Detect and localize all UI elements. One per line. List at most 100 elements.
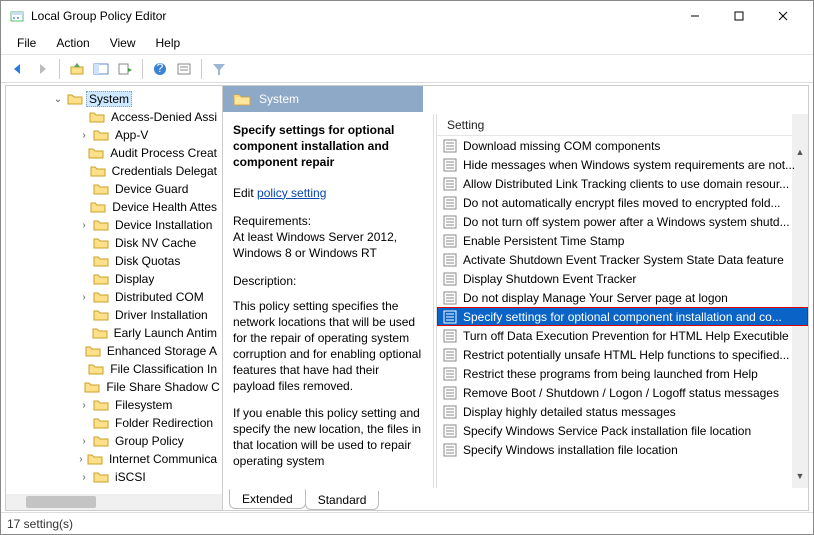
policy-icon [443, 405, 457, 419]
chevron-right-icon[interactable]: › [78, 472, 90, 483]
tree-item[interactable]: › Device Installation [8, 216, 220, 234]
back-button[interactable] [7, 58, 29, 80]
tree-item[interactable]: ›Credentials Delegat [8, 162, 220, 180]
help-button[interactable]: ? [149, 58, 171, 80]
tree-item[interactable]: › Internet Communica [8, 450, 220, 468]
policy-icon [443, 272, 457, 286]
tree-item[interactable]: › Distributed COM [8, 288, 220, 306]
list-column-header[interactable]: Setting [437, 114, 808, 136]
tree-item[interactable]: ›Group Policy [8, 432, 220, 450]
list-item[interactable]: Specify Windows Service Pack installatio… [437, 421, 808, 440]
chevron-right-icon[interactable]: › [78, 454, 84, 465]
tree-item[interactable]: ›Enhanced Storage A [8, 342, 220, 360]
policy-icon [443, 348, 457, 362]
tree-item[interactable]: ›iSCSI [8, 468, 220, 486]
tree-item[interactable]: ›Device Health Attes [8, 198, 220, 216]
tree-item[interactable]: ›Early Launch Antim [8, 324, 220, 342]
toolbar-separator [142, 59, 143, 79]
list-item-label: Specify Windows Service Pack installatio… [463, 424, 751, 438]
list-item[interactable]: Do not automatically encrypt files moved… [437, 193, 808, 212]
forward-button[interactable] [31, 58, 53, 80]
list-item[interactable]: Restrict potentially unsafe HTML Help fu… [437, 345, 808, 364]
policy-icon [443, 443, 457, 457]
tree-item[interactable]: ›File Share Shadow C [8, 378, 220, 396]
tree-item[interactable]: › App-V [8, 126, 220, 144]
description-paragraph: If you enable this policy setting and sp… [233, 405, 423, 470]
menu-file[interactable]: File [7, 34, 46, 52]
properties-button[interactable] [173, 58, 195, 80]
policy-icon [443, 424, 457, 438]
description-paragraph: This policy setting specifies the networ… [233, 298, 423, 395]
tree-item-label: Distributed COM [112, 289, 207, 305]
list-item[interactable]: Do not display Manage Your Server page a… [437, 288, 808, 307]
list-item[interactable]: Specify Windows installation file locati… [437, 440, 808, 459]
list-item[interactable]: Turn off Data Execution Prevention for H… [437, 326, 808, 345]
minimize-button[interactable] [673, 1, 717, 31]
chevron-right-icon[interactable]: › [78, 292, 90, 303]
menu-view[interactable]: View [100, 34, 146, 52]
maximize-button[interactable] [717, 1, 761, 31]
folder-icon [93, 290, 109, 304]
titlebar: Local Group Policy Editor [1, 1, 813, 31]
menu-action[interactable]: Action [46, 34, 99, 52]
list-item[interactable]: Display highly detailed status messages [437, 402, 808, 421]
setting-title: Specify settings for optional component … [233, 122, 423, 171]
tab-standard[interactable]: Standard [305, 491, 380, 510]
list-item[interactable]: Enable Persistent Time Stamp [437, 231, 808, 250]
policy-icon [443, 139, 457, 153]
show-hide-tree-button[interactable] [90, 58, 112, 80]
list-item-label: Do not display Manage Your Server page a… [463, 291, 728, 305]
tree-item[interactable]: ›File Classification In [8, 360, 220, 378]
folder-icon [93, 254, 109, 268]
requirements-text: At least Windows Server 2012, Windows 8 … [233, 229, 423, 261]
folder-icon [88, 146, 104, 160]
list-item[interactable]: Specify settings for optional component … [437, 307, 808, 326]
tree-item-label: App-V [112, 127, 151, 143]
tree-item[interactable]: ›Display [8, 270, 220, 288]
tab-extended[interactable]: Extended [229, 489, 306, 509]
chevron-down-icon[interactable]: ⌄ [52, 94, 64, 105]
list-item[interactable]: Download missing COM components [437, 136, 808, 155]
tree-item-label: Internet Communica [106, 451, 220, 467]
chevron-right-icon[interactable]: › [78, 436, 90, 447]
list-item[interactable]: Remove Boot / Shutdown / Logon / Logoff … [437, 383, 808, 402]
tree-horizontal-scrollbar[interactable] [6, 494, 222, 510]
list-item[interactable]: Restrict these programs from being launc… [437, 364, 808, 383]
list-item[interactable]: Do not turn off system power after a Win… [437, 212, 808, 231]
policy-icon [443, 196, 457, 210]
filter-button[interactable] [208, 58, 230, 80]
tree-item-label: Early Launch Antim [111, 325, 220, 341]
tree-item[interactable]: ›Disk NV Cache [8, 234, 220, 252]
list-item[interactable]: Allow Distributed Link Tracking clients … [437, 174, 808, 193]
list-item-label: Do not turn off system power after a Win… [463, 215, 790, 229]
up-button[interactable] [66, 58, 88, 80]
menu-help[interactable]: Help [146, 34, 191, 52]
chevron-right-icon[interactable]: › [78, 130, 90, 141]
tree-item[interactable]: ›Audit Process Creat [8, 144, 220, 162]
folder-icon [93, 308, 109, 322]
chevron-right-icon[interactable]: › [78, 400, 90, 411]
list-item-label: Remove Boot / Shutdown / Logon / Logoff … [463, 386, 779, 400]
tree-item[interactable]: ›Device Guard [8, 180, 220, 198]
list-item[interactable]: Hide messages when Windows system requir… [437, 155, 808, 174]
tree-item[interactable]: ›Disk Quotas [8, 252, 220, 270]
tree-item[interactable]: ›Driver Installation [8, 306, 220, 324]
list-item-label: Activate Shutdown Event Tracker System S… [463, 253, 784, 267]
app-icon [9, 8, 25, 24]
folder-icon [85, 344, 101, 358]
tree-item-label: Access-Denied Assi [108, 109, 220, 125]
tree-item[interactable]: ›Filesystem [8, 396, 220, 414]
tree-item-label: Device Installation [112, 217, 215, 233]
tree-item-system[interactable]: ⌄System [8, 90, 220, 108]
tree-item-label: File Share Shadow C [103, 379, 222, 395]
tree-item[interactable]: ›Folder Redirection [8, 414, 220, 432]
list-item[interactable]: Activate Shutdown Event Tracker System S… [437, 250, 808, 269]
list-item[interactable]: Display Shutdown Event Tracker [437, 269, 808, 288]
export-list-button[interactable] [114, 58, 136, 80]
chevron-right-icon[interactable]: › [78, 220, 90, 231]
edit-policy-link[interactable]: policy setting [257, 186, 326, 200]
toolbar: ? [1, 55, 813, 83]
tree-item[interactable]: ›Access-Denied Assi [8, 108, 220, 126]
close-button[interactable] [761, 1, 805, 31]
tabs: Extended Standard [223, 488, 808, 510]
